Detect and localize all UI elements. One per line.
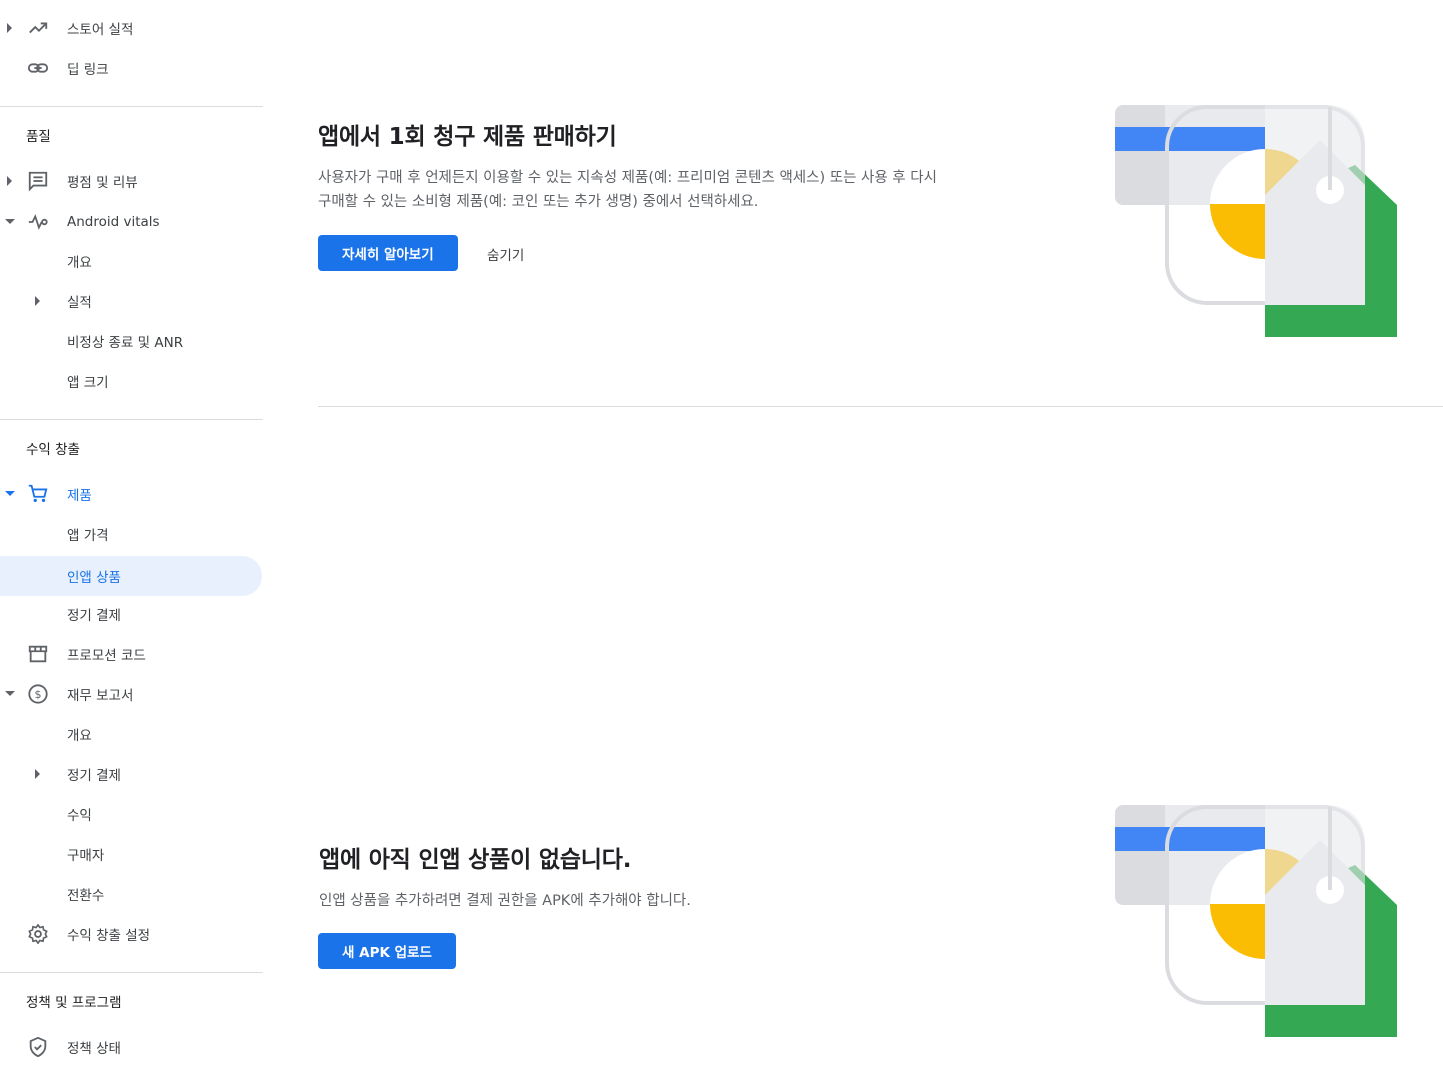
caret-right-icon[interactable] [33,769,43,779]
cart-icon [26,482,50,506]
promo-card-description: 사용자가 구매 후 언제든지 이용할 수 있는 지속성 제품(예: 프리미엄 콘… [318,170,937,210]
sidebar-item-crashes-anr[interactable]: 비정상 종료 및 ANR [0,321,262,361]
sidebar-item-label: 개요 [67,255,92,271]
sidebar-item-vitals-performance[interactable]: 실적 [0,281,262,321]
sidebar-nav: 스토어 실적 딥 링크 품질 평점 및 리뷰 Android vitals 개요… [0,0,263,1069]
sidebar-item-deep-links[interactable]: 딥 링크 [0,48,262,88]
sidebar-divider [0,106,263,107]
sidebar-item-label: 재무 보고서 [67,688,134,704]
sidebar-item-store-performance[interactable]: 스토어 실적 [0,8,262,48]
sidebar-item-label: 구매자 [67,848,105,864]
sidebar-item-label: 전환수 [67,888,105,904]
shield-check-icon [26,1035,50,1059]
sidebar-item-vitals-overview[interactable]: 개요 [0,241,262,281]
sidebar-item-revenue[interactable]: 수익 [0,794,262,834]
sidebar-item-monetization-setup[interactable]: 수익 창출 설정 [0,914,262,954]
sidebar-item-label: Android vitals [67,214,160,230]
sidebar-item-subscriptions[interactable]: 정기 결제 [0,594,262,634]
sidebar-item-label: 정기 결제 [67,768,121,784]
store-icon [26,642,50,666]
upload-apk-button[interactable]: 새 APK 업로드 [318,933,456,969]
sidebar-item-label: 수익 창출 설정 [67,928,151,944]
sidebar-item-ratings-reviews[interactable]: 평점 및 리뷰 [0,161,262,201]
caret-down-icon[interactable] [5,489,15,499]
sidebar-divider [0,972,263,973]
sidebar-item-reports-overview[interactable]: 개요 [0,714,262,754]
sidebar-item-reports-subscriptions[interactable]: 정기 결제 [0,754,262,794]
sidebar-item-buyers[interactable]: 구매자 [0,834,262,874]
learn-more-button[interactable]: 자세히 알아보기 [318,235,458,271]
sidebar-item-label: 스토어 실적 [67,22,134,38]
link-icon [26,56,50,80]
empty-state-title: 앱에 아직 인앱 상품이 없습니다. [319,847,632,873]
illustration-tag-group [1265,105,1397,337]
sidebar-item-app-pricing[interactable]: 앱 가격 [0,514,262,554]
sidebar-item-label: 정책 상태 [67,1041,121,1057]
gear-icon [26,922,50,946]
sidebar-item-app-size[interactable]: 앱 크기 [0,361,262,401]
products-illustration [1115,105,1397,337]
sidebar-item-label: 실적 [67,295,92,311]
sidebar-item-promo-codes[interactable]: 프로모션 코드 [0,634,262,674]
illustration-tag-group [1265,805,1397,1037]
sidebar-item-in-app-products[interactable]: 인앱 상품 [0,556,262,596]
trending-up-icon [26,16,50,40]
caret-right-icon[interactable] [5,23,15,33]
hide-button[interactable]: 숨기기 [487,244,524,264]
caret-down-icon[interactable] [5,217,15,227]
dollar-circle-icon: $ [26,682,50,706]
sidebar-item-products[interactable]: 제품 [0,474,262,514]
vitals-pulse-icon [26,210,50,234]
section-title-policy: 정책 및 프로그램 [26,995,122,1011]
sidebar-item-label: 수익 [67,808,92,824]
sidebar-item-label: 앱 가격 [67,528,109,544]
sidebar-item-label: 딥 링크 [67,62,109,78]
sidebar-item-label: 평점 및 리뷰 [67,175,138,191]
section-title-monetize: 수익 창출 [26,442,80,458]
sidebar-divider [0,419,263,420]
section-title-quality: 품질 [26,129,51,145]
sidebar-item-label: 정기 결제 [67,608,121,624]
empty-state-description: 인앱 상품을 추가하려면 결제 권한을 APK에 추가해야 합니다. [319,893,691,909]
svg-text:$: $ [35,688,42,701]
caret-right-icon[interactable] [5,176,15,186]
sidebar-item-label: 프로모션 코드 [67,648,146,664]
empty-state-illustration [1115,805,1397,1037]
promo-card-title: 앱에서 1회 청구 제품 판매하기 [318,124,617,150]
sidebar-item-label: 인앱 상품 [67,570,121,586]
sidebar-item-conversions[interactable]: 전환수 [0,874,262,914]
sidebar-item-android-vitals[interactable]: Android vitals [0,202,262,242]
sidebar-item-label: 앱 크기 [67,375,109,391]
sidebar-item-label: 개요 [67,728,92,744]
content-divider [318,406,1443,407]
review-icon [26,169,50,193]
sidebar-item-label: 비정상 종료 및 ANR [67,335,184,351]
sidebar-item-financial-reports[interactable]: $ 재무 보고서 [0,674,262,714]
sidebar-item-policy-status[interactable]: 정책 상태 [0,1027,262,1067]
sidebar-item-label: 제품 [67,488,92,504]
caret-right-icon[interactable] [33,296,43,306]
caret-down-icon[interactable] [5,689,15,699]
